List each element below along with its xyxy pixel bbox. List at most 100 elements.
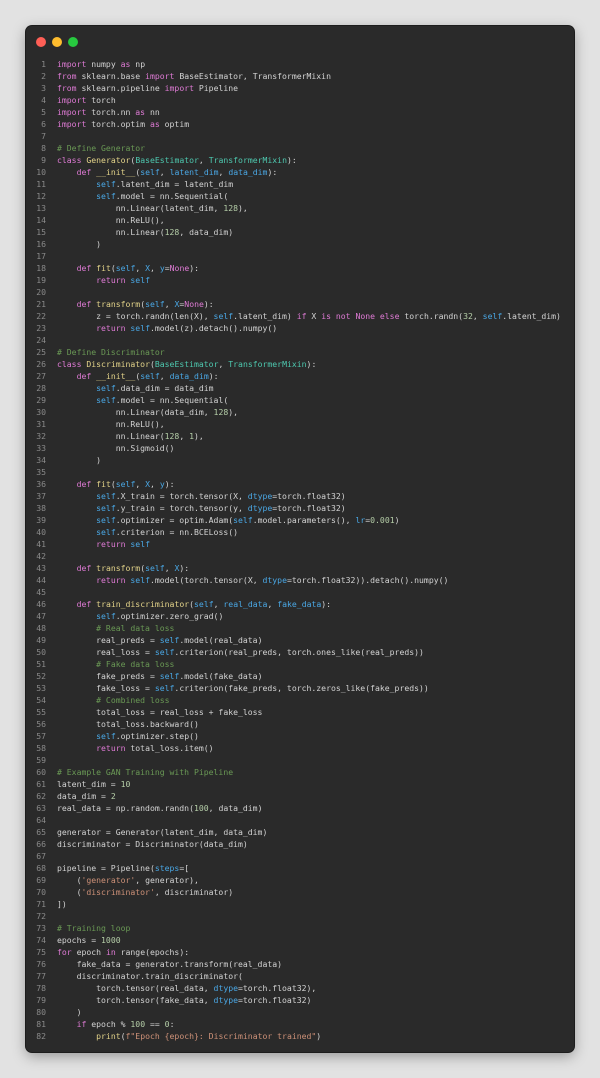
code-token: : <box>169 1019 175 1029</box>
code-token: self <box>96 383 116 393</box>
line-number: 19 <box>36 275 46 285</box>
line-number: 80 <box>36 1007 46 1017</box>
code-token: 1000 <box>101 935 121 945</box>
code-line: 32 nn.Linear(128, 1), <box>26 430 574 442</box>
line-number: 67 <box>36 851 46 861</box>
code-token: self <box>96 731 116 741</box>
code-token: self <box>145 299 165 309</box>
code-token: __init__ <box>96 371 136 381</box>
code-token: 128 <box>213 407 229 417</box>
code-token: , <box>213 599 224 609</box>
code-token: def <box>76 263 92 273</box>
close-button[interactable] <box>36 37 46 47</box>
code-token: =[ <box>179 863 190 873</box>
code-token: # Training loop <box>57 923 131 933</box>
code-token: # Real data loss <box>96 623 175 633</box>
code-token: f"Epoch {epoch}: Discriminator trained" <box>125 1031 317 1041</box>
code-token: 100 <box>193 803 209 813</box>
minimize-button[interactable] <box>52 37 62 47</box>
code-token: , <box>218 167 229 177</box>
line-number: 46 <box>36 599 46 609</box>
line-number: 63 <box>36 803 46 813</box>
code-line: 52 fake_preds = self.model(fake_data) <box>26 670 574 682</box>
code-token: self <box>194 599 214 609</box>
code-token: transform <box>96 299 141 309</box>
code-token: self <box>145 563 165 573</box>
code-token: real_preds = <box>57 635 160 645</box>
line-number: 79 <box>36 995 46 1005</box>
code-token: import <box>57 59 87 69</box>
maximize-button[interactable] <box>68 37 78 47</box>
code-token: .model(torch.tensor(X, <box>149 575 263 585</box>
code-line: 60 # Example GAN Training with Pipeline <box>26 766 574 778</box>
code-token: self <box>482 311 503 321</box>
code-token: def <box>76 299 92 309</box>
code-token: def <box>76 167 92 177</box>
code-token: fit <box>96 479 111 489</box>
code-line: 63 real_data = np.random.randn(100, data_… <box>26 802 574 814</box>
code-token: , <box>164 299 175 309</box>
line-number: 57 <box>36 731 46 741</box>
code-token: latent_dim = <box>57 779 121 789</box>
code-line: 22 z = torch.randn(len(X), self.latent_d… <box>26 310 574 322</box>
code-token: real_loss = <box>57 647 155 657</box>
line-number: 52 <box>36 671 46 681</box>
code-line: 47 self.optimizer.zero_grad() <box>26 610 574 622</box>
code-token: , <box>135 479 146 489</box>
code-token: ): <box>208 371 219 381</box>
code-line: 81 if epoch % 100 == 0: <box>26 1018 574 1030</box>
line-number: 36 <box>36 479 46 489</box>
code-token: .latent_dim) <box>502 311 561 321</box>
line-number: 47 <box>36 611 46 621</box>
code-line: 57 self.optimizer.step() <box>26 730 574 742</box>
line-number: 66 <box>36 839 46 849</box>
code-token: .optimizer = optim.Adam( <box>115 515 234 525</box>
code-token: , <box>159 167 170 177</box>
code-line: 39 self.optimizer = optim.Adam(self.mode… <box>26 514 574 526</box>
line-number: 43 <box>36 563 46 573</box>
code-line: 79 torch.tensor(fake_data, dtype=torch.f… <box>26 994 574 1006</box>
line-number: 76 <box>36 959 46 969</box>
code-line: 29 self.model = nn.Sequential( <box>26 394 574 406</box>
code-line: 58 return total_loss.item() <box>26 742 574 754</box>
code-token: self <box>96 491 116 501</box>
code-token: fit <box>96 263 111 273</box>
code-token: from <box>57 83 77 93</box>
code-token: self <box>140 167 160 177</box>
code-token: =torch.float32) <box>238 995 312 1005</box>
code-line: 73 # Training loop <box>26 922 574 934</box>
code-token: self <box>115 479 136 489</box>
code-token: , data_dim) <box>179 227 234 237</box>
code-line: 72 <box>26 910 574 922</box>
code-line: 54 # Combined loss <box>26 694 574 706</box>
code-line: 9 class Generator(BaseEstimator, Transfor… <box>26 154 574 166</box>
code-editor[interactable]: 1 import numpy as np 2 from sklearn.base im… <box>26 58 574 1042</box>
line-number: 14 <box>36 215 46 225</box>
code-line: 38 self.y_train = torch.tensor(y, dtype=… <box>26 502 574 514</box>
code-line: 24 <box>26 334 574 346</box>
line-number: 41 <box>36 539 46 549</box>
code-token: Generator <box>86 155 131 165</box>
line-number: 58 <box>36 743 46 753</box>
code-token: total_loss = real_loss + fake_loss <box>57 707 263 717</box>
line-number: 82 <box>36 1031 46 1041</box>
code-token: 128 <box>164 431 180 441</box>
code-token: .model(real_data) <box>179 635 263 645</box>
code-token: nn.Linear(data_dim, <box>57 407 214 417</box>
code-token: .model = nn.Sequential( <box>115 395 229 405</box>
code-line: 45 <box>26 586 574 598</box>
code-token: self <box>96 515 116 525</box>
line-number: 2 <box>41 71 46 81</box>
code-token: ): <box>321 599 332 609</box>
code-token: nn.ReLU(), <box>57 215 165 225</box>
code-token: latent_dim <box>169 167 219 177</box>
code-token: 0.001 <box>370 515 395 525</box>
code-token: data_dim <box>228 167 268 177</box>
